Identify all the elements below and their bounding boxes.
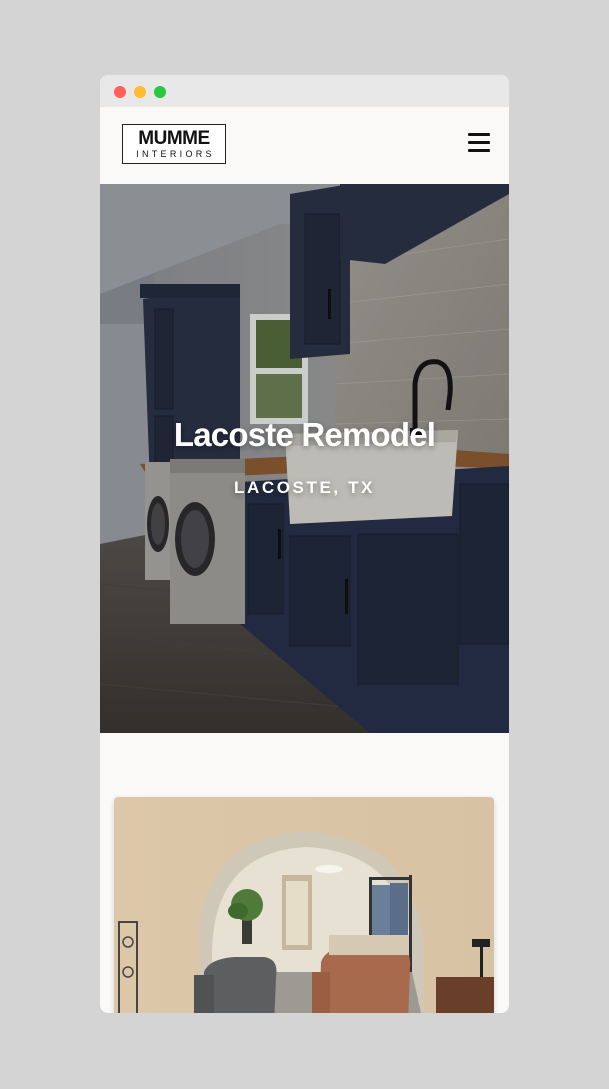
hamburger-menu-icon[interactable]: [468, 132, 490, 152]
close-window-button[interactable]: [114, 86, 126, 98]
logo-subtitle: INTERIORS: [136, 148, 215, 159]
window-titlebar: [100, 75, 509, 107]
gallery-photo-card[interactable]: [114, 797, 494, 1013]
site-logo[interactable]: MUMME INTERIORS: [122, 124, 226, 164]
minimize-window-button[interactable]: [134, 86, 146, 98]
maximize-window-button[interactable]: [154, 86, 166, 98]
logo-wordmark: MUMME: [138, 127, 210, 149]
gallery-photo: [114, 797, 494, 1013]
hero-location: LACOSTE, TX: [234, 478, 375, 497]
hero-banner: Lacoste Remodel LACOSTE, TX: [100, 184, 509, 733]
browser-window: MUMME INTERIORS Lacoste Remodel LACOSTE,…: [100, 75, 509, 1013]
hero-title: Lacoste Remodel: [173, 416, 436, 453]
hero-background-image: [100, 184, 509, 733]
site-header: MUMME INTERIORS: [100, 107, 509, 184]
